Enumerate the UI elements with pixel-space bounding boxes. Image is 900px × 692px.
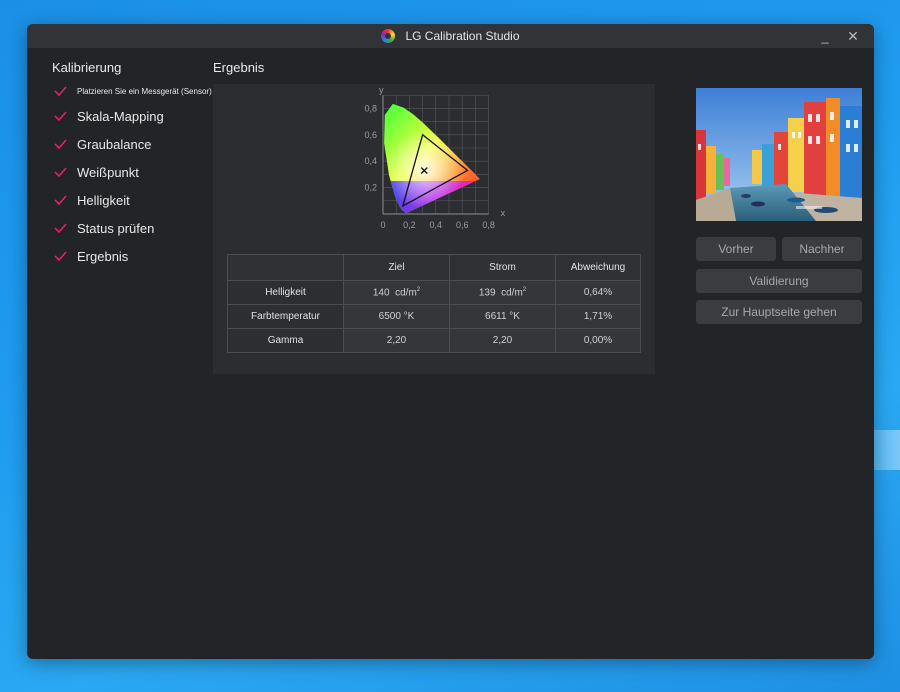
step-place-sensor: Platzieren Sie ein Messgerät (Sensor) bbox=[52, 84, 212, 98]
deviation-value: 1,71% bbox=[555, 304, 641, 329]
x-tick-label: 0,2 bbox=[403, 220, 416, 230]
before-button[interactable]: Vorher bbox=[696, 237, 776, 261]
after-button[interactable]: Nachher bbox=[782, 237, 862, 261]
step-gray-balance: Graubalance bbox=[52, 130, 212, 158]
calibration-step-list: Platzieren Sie ein Messgerät (Sensor) Sk… bbox=[52, 84, 212, 270]
step-label: Ergebnis bbox=[77, 248, 129, 264]
deviation-value: 0,00% bbox=[555, 328, 641, 353]
step-result: Ergebnis bbox=[52, 242, 212, 270]
table-header bbox=[227, 254, 344, 281]
target-value: 2,20 bbox=[343, 328, 450, 353]
step-check-status: Status prüfen bbox=[52, 214, 212, 242]
checkmark-icon bbox=[54, 251, 67, 261]
minimize-button[interactable]: _ bbox=[812, 24, 838, 48]
title-group: LG Calibration Studio bbox=[381, 29, 520, 43]
x-tick-label: 0,4 bbox=[430, 220, 443, 230]
target-value: 140 cd/m2 bbox=[343, 280, 450, 305]
table-row: Helligkeit 140 cd/m2 139 cd/m2 0,64% bbox=[227, 280, 641, 305]
table-header: Abweichung bbox=[555, 254, 641, 281]
validate-button[interactable]: Validierung bbox=[696, 269, 862, 293]
table-header-row: Ziel Strom Abweichung bbox=[227, 254, 641, 281]
calibration-heading: Kalibrierung bbox=[52, 60, 122, 75]
deviation-value: 0,64% bbox=[555, 280, 641, 305]
step-label: Helligkeit bbox=[77, 192, 130, 208]
step-label: Graubalance bbox=[77, 136, 152, 152]
table-row: Gamma 2,20 2,20 0,00% bbox=[227, 328, 641, 353]
checkmark-icon bbox=[54, 223, 67, 233]
y-tick-label: 0,8 bbox=[364, 103, 377, 113]
colorful-houses-canal-image bbox=[696, 88, 862, 221]
checkmark-icon bbox=[54, 139, 67, 149]
x-tick-label: 0,8 bbox=[482, 220, 495, 230]
preview-image bbox=[696, 88, 862, 221]
checkmark-icon bbox=[54, 195, 67, 205]
cie-chromaticity-chart: 0 0,2 0,4 0,6 0,8 0,2 0,4 0,6 0,8 x y bbox=[364, 88, 506, 230]
x-tick-label: 0 bbox=[380, 220, 385, 230]
step-scale-mapping: Skala-Mapping bbox=[52, 102, 212, 130]
y-tick-label: 0,2 bbox=[364, 183, 377, 193]
target-unit: cd/m bbox=[395, 287, 417, 299]
y-axis-label: y bbox=[379, 88, 384, 95]
step-label: Status prüfen bbox=[77, 220, 155, 236]
row-label: Helligkeit bbox=[227, 280, 344, 305]
step-label: Platzieren Sie ein Messgerät (Sensor) bbox=[77, 86, 212, 96]
result-table: Ziel Strom Abweichung Helligkeit 140 cd/… bbox=[227, 254, 641, 353]
current-value: 139 cd/m2 bbox=[449, 280, 556, 305]
table-header: Ziel bbox=[343, 254, 450, 281]
close-button[interactable]: ✕ bbox=[840, 24, 866, 48]
x-tick-label: 0,6 bbox=[456, 220, 469, 230]
table-row: Farbtemperatur 6500 °K 6611 °K 1,71% bbox=[227, 304, 641, 329]
checkmark-icon bbox=[54, 167, 67, 177]
current-unit: cd/m bbox=[501, 287, 523, 299]
current-number: 139 bbox=[478, 287, 496, 299]
table-header: Strom bbox=[449, 254, 556, 281]
go-to-main-page-button[interactable]: Zur Hauptseite gehen bbox=[696, 300, 862, 324]
app-logo-icon bbox=[381, 29, 396, 43]
checkmark-icon bbox=[54, 111, 67, 121]
x-axis-label: x bbox=[501, 208, 506, 218]
title-bar: LG Calibration Studio _ ✕ bbox=[27, 24, 874, 48]
unit-exponent: 2 bbox=[416, 286, 421, 293]
result-panel: 0 0,2 0,4 0,6 0,8 0,2 0,4 0,6 0,8 x y Ziel Strom A… bbox=[213, 84, 655, 374]
result-heading: Ergebnis bbox=[213, 60, 265, 75]
target-number: 140 bbox=[372, 287, 390, 299]
current-value: 2,20 bbox=[449, 328, 556, 353]
y-tick-label: 0,4 bbox=[364, 156, 377, 166]
row-label: Gamma bbox=[227, 328, 344, 353]
y-tick-label: 0,6 bbox=[364, 130, 377, 140]
window-title: LG Calibration Studio bbox=[405, 29, 520, 43]
step-label: Weißpunkt bbox=[77, 164, 139, 180]
step-brightness: Helligkeit bbox=[52, 186, 212, 214]
target-value: 6500 °K bbox=[343, 304, 450, 329]
step-label: Skala-Mapping bbox=[77, 108, 164, 124]
row-label: Farbtemperatur bbox=[227, 304, 344, 329]
checkmark-icon bbox=[54, 86, 67, 96]
current-value: 6611 °K bbox=[449, 304, 556, 329]
unit-exponent: 2 bbox=[522, 286, 527, 293]
step-white-point: Weißpunkt bbox=[52, 158, 212, 186]
app-window: LG Calibration Studio _ ✕ Kalibrierung E… bbox=[27, 24, 874, 659]
